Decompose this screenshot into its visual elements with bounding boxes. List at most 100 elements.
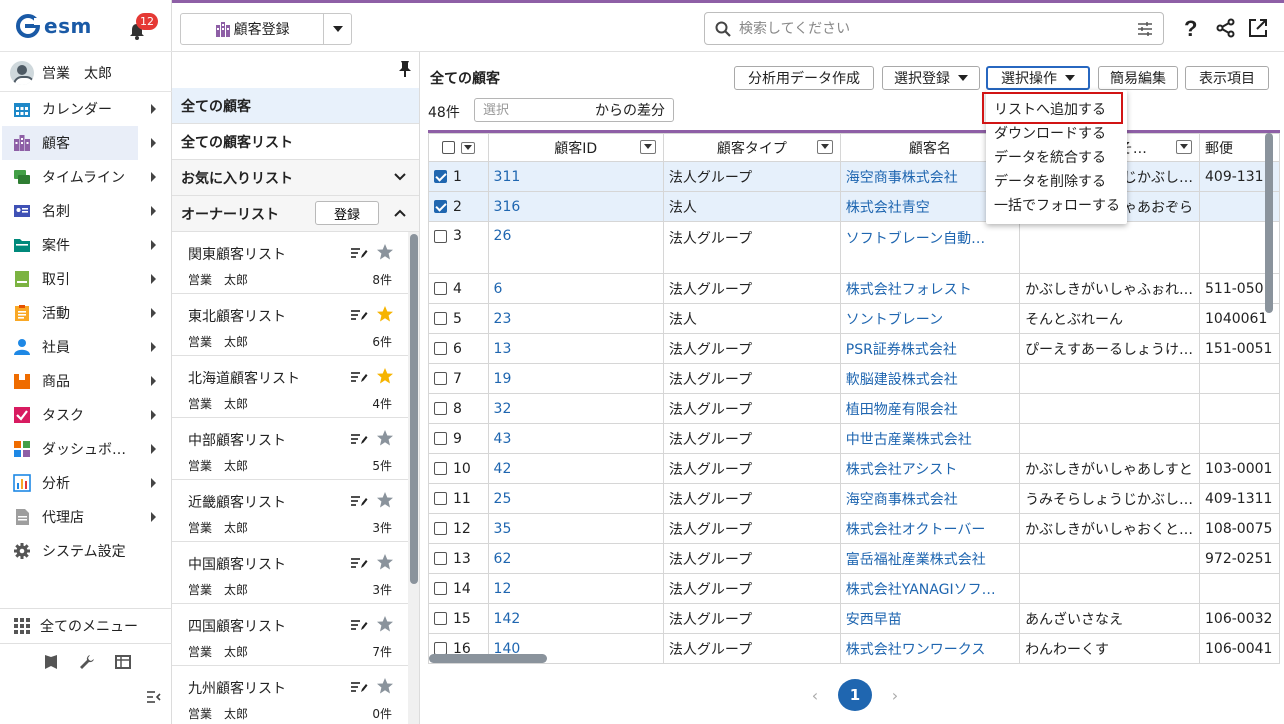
table-row[interactable]: 8 32 法人グループ 植田物産有限会社 bbox=[428, 393, 1280, 424]
star-icon[interactable] bbox=[376, 243, 394, 261]
row-checkbox[interactable] bbox=[434, 170, 447, 183]
collapse-sidebar-icon[interactable] bbox=[146, 690, 162, 704]
customer-id-link[interactable]: 13 bbox=[487, 333, 664, 364]
sidebar-item[interactable]: システム設定 bbox=[0, 534, 172, 568]
table-row[interactable]: 12 35 法人グループ 株式会社オクトーバー かぶしきがいしゃおくと… 108-0075 bbox=[428, 513, 1280, 544]
edit-list-icon[interactable] bbox=[350, 494, 368, 508]
list-card[interactable]: 東北顧客リスト 営業 太郎 6件 bbox=[172, 294, 408, 356]
star-icon[interactable] bbox=[376, 491, 394, 509]
share-icon[interactable] bbox=[1216, 18, 1236, 38]
customer-id-link[interactable]: 25 bbox=[487, 483, 664, 514]
table-row[interactable]: 14 12 法人グループ 株式会社YANAGIソフ… bbox=[428, 573, 1280, 604]
list-card[interactable]: 関東顧客リスト 営業 太郎 8件 bbox=[172, 232, 408, 294]
customer-name-link[interactable]: 株式会社フォレスト bbox=[839, 273, 1021, 304]
select-register-button[interactable]: 選択登録 bbox=[882, 66, 980, 90]
column-menu-button[interactable] bbox=[1176, 139, 1193, 154]
table-row[interactable]: 7 19 法人グループ 軟脳建設株式会社 bbox=[428, 363, 1280, 394]
horizontal-scrollbar-thumb[interactable] bbox=[429, 654, 547, 663]
list-card[interactable]: 中部顧客リスト 営業 太郎 5件 bbox=[172, 418, 408, 480]
list-card[interactable]: 四国顧客リスト 営業 太郎 7件 bbox=[172, 604, 408, 666]
row-checkbox[interactable] bbox=[434, 282, 447, 295]
column-menu-button[interactable] bbox=[816, 139, 833, 154]
star-filled-icon[interactable] bbox=[376, 305, 394, 323]
sidebar-item[interactable]: 代理店 bbox=[0, 500, 172, 534]
help-icon[interactable]: ? bbox=[1184, 16, 1197, 42]
customer-id-link[interactable]: 35 bbox=[487, 513, 664, 544]
table-row[interactable]: 5 23 法人 ソントブレーン そんとぶれーん 1040061 bbox=[428, 303, 1280, 334]
bookmark-icon[interactable] bbox=[44, 654, 58, 670]
customer-name-link[interactable]: 株式会社オクトーバー bbox=[839, 513, 1021, 544]
customer-id-link[interactable]: 26 bbox=[487, 221, 664, 274]
edit-list-icon[interactable] bbox=[350, 618, 368, 632]
sidebar-item[interactable]: 取引 bbox=[0, 262, 172, 296]
customer-id-link[interactable]: 42 bbox=[487, 453, 664, 484]
select-all-checkbox[interactable] bbox=[441, 141, 455, 154]
table-row[interactable]: 4 6 法人グループ 株式会社フォレスト かぶしきがいしゃふぉれ… 511-0501 bbox=[428, 273, 1280, 304]
sidebar-item[interactable]: カレンダー bbox=[0, 92, 172, 126]
row-checkbox[interactable] bbox=[434, 432, 447, 445]
sidebar-item[interactable]: 顧客 bbox=[0, 126, 172, 160]
open-new-window-icon[interactable] bbox=[1248, 18, 1268, 38]
prev-page-icon[interactable]: ‹ bbox=[800, 686, 830, 705]
row-checkbox[interactable] bbox=[434, 492, 447, 505]
edit-list-icon[interactable] bbox=[350, 308, 368, 322]
list-scrollbar[interactable] bbox=[408, 232, 419, 724]
customer-name-link[interactable]: PSR証券株式会社 bbox=[839, 333, 1021, 364]
customer-id-link[interactable]: 316 bbox=[487, 191, 664, 222]
table-row[interactable]: 3 26 法人グループ ソフトブレーン自動… bbox=[428, 221, 1280, 274]
row-checkbox[interactable] bbox=[434, 522, 447, 535]
row-checkbox[interactable] bbox=[434, 582, 447, 595]
logo[interactable]: esm bbox=[16, 14, 92, 38]
sidebar-item[interactable]: 案件 bbox=[0, 228, 172, 262]
sidebar-item[interactable]: 商品 bbox=[0, 364, 172, 398]
table-icon[interactable] bbox=[115, 655, 131, 669]
customer-name-link[interactable]: 海空商事株式会社 bbox=[839, 483, 1021, 514]
table-row[interactable]: 9 43 法人グループ 中世古産業株式会社 bbox=[428, 423, 1280, 454]
star-filled-icon[interactable] bbox=[376, 367, 394, 385]
filter-settings-icon[interactable] bbox=[1137, 21, 1153, 37]
table-row[interactable]: 1311法人グループ海空商事株式会社うみそらしょうじかぶし…409-1311 bbox=[428, 161, 1280, 192]
table-row[interactable]: 6 13 法人グループ PSR証券株式会社 ぴーえすあーるしょうけ… 151-0051 bbox=[428, 333, 1280, 364]
list-card[interactable]: 九州顧客リスト 営業 太郎 0件 bbox=[172, 666, 408, 724]
edit-list-icon[interactable] bbox=[350, 370, 368, 384]
edit-list-icon[interactable] bbox=[350, 432, 368, 446]
page-number-current[interactable]: 1 bbox=[838, 679, 872, 711]
customer-id-link[interactable]: 19 bbox=[487, 363, 664, 394]
select-menu-button[interactable] bbox=[460, 141, 475, 154]
customer-id-link[interactable]: 23 bbox=[487, 303, 664, 334]
table-row[interactable]: 10 42 法人グループ 株式会社アシスト かぶしきがいしゃあしすと 103-0001 bbox=[428, 453, 1280, 484]
menu-item-bulk-follow[interactable]: 一括でフォローする bbox=[986, 194, 1127, 218]
owner-list-register-button[interactable]: 登録 bbox=[315, 201, 379, 225]
customer-name-link[interactable]: 株式会社アシスト bbox=[839, 453, 1021, 484]
list-card[interactable]: 中国顧客リスト 営業 太郎 3件 bbox=[172, 542, 408, 604]
customer-name-link[interactable]: 安西早苗 bbox=[839, 603, 1021, 634]
table-horizontal-scrollbar[interactable] bbox=[429, 654, 1265, 664]
column-header[interactable]: 顧客タイプ bbox=[662, 133, 841, 162]
customer-id-link[interactable]: 311 bbox=[487, 161, 664, 192]
select-operation-button[interactable]: 選択操作 bbox=[986, 66, 1090, 90]
row-checkbox[interactable] bbox=[434, 612, 447, 625]
edit-list-icon[interactable] bbox=[350, 680, 368, 694]
wrench-icon[interactable] bbox=[79, 654, 95, 670]
list-all-customer-lists[interactable]: 全ての顧客リスト bbox=[172, 124, 419, 160]
list-scrollbar-thumb[interactable] bbox=[410, 234, 418, 584]
menu-item-download[interactable]: ダウンロードする bbox=[986, 122, 1127, 146]
customer-id-link[interactable]: 62 bbox=[487, 543, 664, 574]
list-all-customers[interactable]: 全ての顧客 bbox=[172, 88, 419, 124]
analysis-data-button[interactable]: 分析用データ作成 bbox=[734, 66, 874, 90]
search-input[interactable] bbox=[739, 20, 1129, 37]
customer-name-link[interactable]: 軟脳建設株式会社 bbox=[839, 363, 1021, 394]
sidebar-item[interactable]: 分析 bbox=[0, 466, 172, 500]
edit-list-icon[interactable] bbox=[350, 556, 368, 570]
star-icon[interactable] bbox=[376, 615, 394, 633]
row-checkbox[interactable] bbox=[434, 312, 447, 325]
row-checkbox[interactable] bbox=[434, 462, 447, 475]
customer-register-main[interactable]: 顧客登録 bbox=[181, 14, 325, 44]
vertical-scrollbar-thumb[interactable] bbox=[1265, 133, 1273, 313]
customer-id-link[interactable]: 12 bbox=[487, 573, 664, 604]
user-row[interactable]: 営業 太郎 bbox=[0, 54, 172, 92]
menu-item-delete-data[interactable]: データを削除する bbox=[986, 170, 1127, 194]
customer-name-link[interactable]: ソフトブレーン自動… bbox=[839, 221, 1021, 274]
list-card[interactable]: 近畿顧客リスト 営業 太郎 3件 bbox=[172, 480, 408, 542]
sidebar-item[interactable]: 名刺 bbox=[0, 194, 172, 228]
